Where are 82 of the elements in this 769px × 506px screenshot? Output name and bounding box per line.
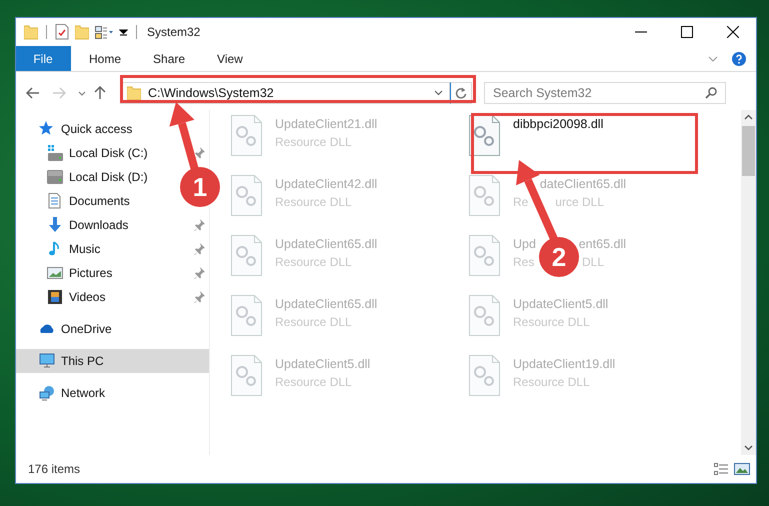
sidebar-item[interactable]: Local Disk (C:) (16, 141, 209, 165)
scrollbar-thumb[interactable] (742, 126, 755, 176)
back-arrow-icon[interactable] (26, 87, 40, 99)
file-type: Resource DLL (275, 255, 353, 269)
properties-icon[interactable] (55, 24, 69, 40)
pin-icon[interactable] (194, 266, 206, 280)
address-path: C:\Windows\System32 (148, 86, 275, 100)
file-name: UpdateClient21.dll (275, 117, 378, 131)
step-badge: 1 (180, 167, 220, 207)
item-count: 176 items (28, 462, 80, 476)
sidebar-item[interactable]: Downloads (16, 213, 209, 237)
step-badge: 2 (539, 237, 579, 277)
dropdown-icon[interactable] (434, 90, 443, 96)
file-name: dateClient65.dll (540, 177, 626, 191)
large-icons-view-icon[interactable] (734, 462, 750, 476)
file-name: UpdateClient65.dll (275, 237, 378, 251)
recent-dropdown-icon[interactable] (78, 90, 86, 96)
pin-icon[interactable] (194, 218, 206, 232)
maximize-icon[interactable] (681, 26, 693, 38)
network-icon (39, 385, 55, 401)
file-type: Resource DLL (275, 375, 353, 389)
film-icon (47, 289, 63, 305)
ribbon-tab[interactable]: File (16, 46, 71, 71)
file-type: Resource DLL (513, 375, 591, 389)
search-placeholder: Search System32 (493, 86, 593, 100)
picture-icon (47, 265, 63, 281)
expand-ribbon-icon[interactable] (708, 56, 718, 62)
drive-icon (47, 169, 63, 185)
address-bar[interactable]: C:\Windows\System32 (120, 82, 450, 104)
sidebar-item[interactable]: Pictures (16, 261, 209, 285)
file-name: UpdateClient5.dll (513, 297, 608, 311)
file-name: ent65.dll (578, 237, 626, 251)
computer-icon (39, 353, 55, 369)
file-type: Res (513, 255, 534, 269)
download-arrow-icon (47, 217, 63, 233)
scroll-up-icon[interactable] (744, 114, 753, 120)
sidebar-item[interactable]: Local Disk (D:) (16, 165, 154, 189)
document-icon (47, 193, 63, 209)
file-name: Upd (513, 237, 536, 251)
pin-icon[interactable] (194, 146, 206, 160)
sidebar-item[interactable]: Documents (16, 189, 136, 213)
sidebar-item[interactable]: This PC (16, 349, 209, 373)
file-name: dibbpci20098.dll (513, 117, 604, 131)
scrollbar[interactable] (741, 110, 756, 455)
folder-icon (127, 86, 141, 100)
up-arrow-icon[interactable] (94, 86, 106, 100)
star-icon (39, 121, 55, 137)
drive-icon (47, 145, 63, 161)
forward-arrow-icon[interactable] (52, 87, 66, 99)
file-type: Resource DLL (275, 135, 353, 149)
minimize-icon[interactable] (635, 31, 647, 33)
file-type: Resource DLL (513, 315, 591, 329)
folder-icon[interactable] (24, 24, 38, 40)
new-folder-icon[interactable] (75, 24, 89, 40)
close-icon[interactable] (727, 26, 739, 38)
file-name: UpdateClient19.dll (513, 357, 616, 371)
refresh-icon (455, 87, 467, 99)
help-icon[interactable] (732, 52, 746, 66)
ribbon-tab[interactable]: Home (75, 46, 136, 71)
sidebar-item[interactable]: OneDrive (16, 317, 118, 341)
file-name: UpdateClient65.dll (275, 297, 378, 311)
file-type: Re (513, 195, 528, 209)
sidebar-item[interactable]: Videos (16, 285, 209, 309)
ribbon-tab[interactable]: Share (139, 46, 200, 71)
file-type: urce DLL (555, 195, 604, 209)
ribbon-tab[interactable]: View (203, 46, 257, 71)
file-type: Resource DLL (275, 195, 353, 209)
pin-icon[interactable] (194, 290, 206, 304)
view-options-icon[interactable] (95, 24, 113, 40)
scroll-down-icon[interactable] (744, 445, 753, 451)
file-name: UpdateClient42.dll (275, 177, 378, 191)
window-title: System32 (147, 25, 200, 39)
search-icon (705, 87, 717, 99)
search-field[interactable]: Search System32 (484, 82, 726, 104)
pin-icon[interactable] (194, 242, 206, 256)
details-view-icon[interactable] (713, 462, 729, 476)
file-name: UpdateClient5.dll (275, 357, 370, 371)
sidebar-item[interactable]: Music (16, 237, 209, 261)
sidebar-item[interactable]: Quick access (16, 117, 138, 141)
file-type: DLL (582, 255, 604, 269)
sidebar-item[interactable]: Network (16, 381, 112, 405)
file-type: Resource DLL (275, 315, 353, 329)
